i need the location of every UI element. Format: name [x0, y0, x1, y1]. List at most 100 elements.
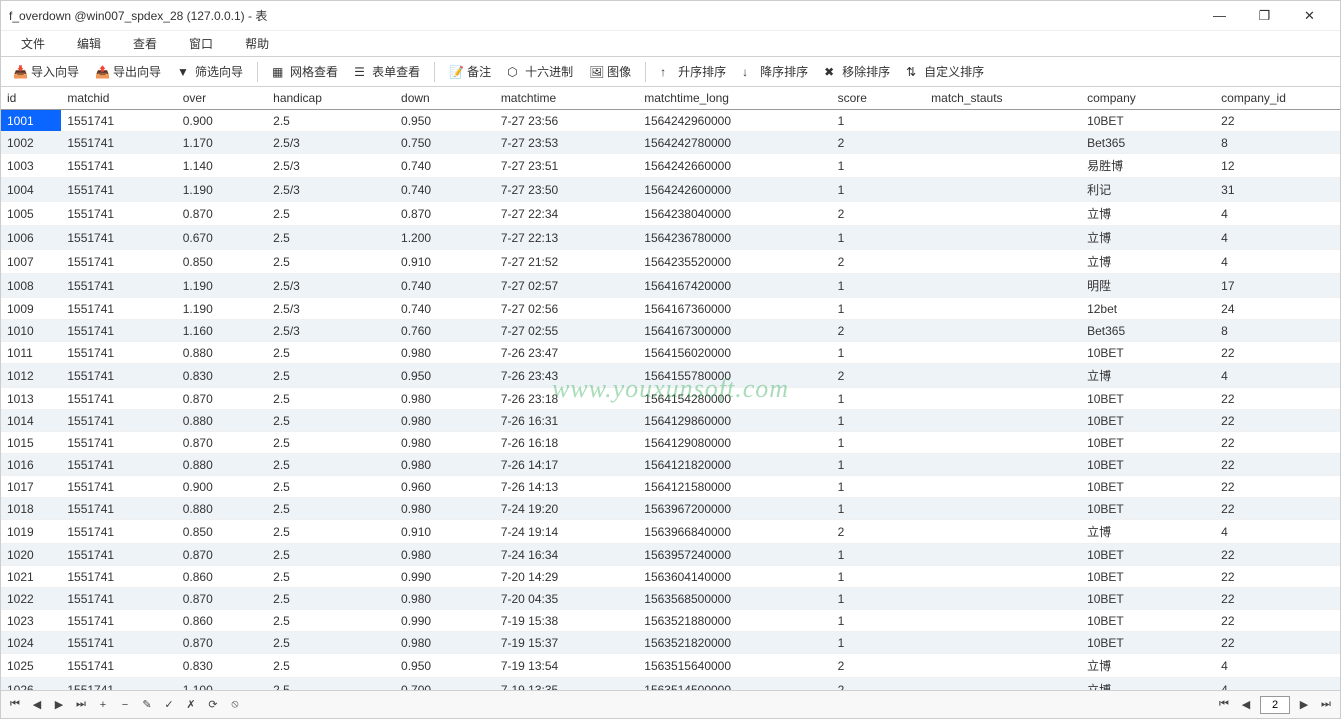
- cell-matchtime[interactable]: 7-26 14:17: [495, 454, 638, 476]
- cell-match_stauts[interactable]: [925, 498, 1081, 520]
- cell-matchtime[interactable]: 7-20 14:29: [495, 566, 638, 588]
- col-matchtime_long[interactable]: matchtime_long: [638, 87, 831, 110]
- cell-over[interactable]: 1.160: [177, 320, 267, 342]
- cell-score[interactable]: 1: [832, 274, 926, 298]
- cell-handicap[interactable]: 2.5: [267, 454, 395, 476]
- hex-button[interactable]: ⬡十六进制: [501, 60, 579, 83]
- cell-company_id[interactable]: 22: [1215, 110, 1340, 132]
- cell-company_id[interactable]: 22: [1215, 544, 1340, 566]
- cell-company_id[interactable]: 4: [1215, 250, 1340, 274]
- cell-score[interactable]: 1: [832, 476, 926, 498]
- cell-company_id[interactable]: 12: [1215, 154, 1340, 178]
- cell-match_stauts[interactable]: [925, 410, 1081, 432]
- cell-over[interactable]: 0.900: [177, 476, 267, 498]
- cell-over[interactable]: 0.850: [177, 250, 267, 274]
- cell-id[interactable]: 1019: [1, 520, 61, 544]
- page-input[interactable]: [1260, 696, 1290, 714]
- menu-file[interactable]: 文件: [5, 31, 61, 56]
- cell-matchid[interactable]: 1551741: [61, 154, 176, 178]
- cell-over[interactable]: 1.170: [177, 132, 267, 154]
- cell-score[interactable]: 1: [832, 410, 926, 432]
- cell-matchid[interactable]: 1551741: [61, 132, 176, 154]
- cell-matchid[interactable]: 1551741: [61, 202, 176, 226]
- cell-company[interactable]: 10BET: [1081, 476, 1215, 498]
- cell-match_stauts[interactable]: [925, 566, 1081, 588]
- cell-handicap[interactable]: 2.5: [267, 110, 395, 132]
- cell-over[interactable]: 1.190: [177, 298, 267, 320]
- cell-matchtime_long[interactable]: 1564242960000: [638, 110, 831, 132]
- cell-score[interactable]: 1: [832, 226, 926, 250]
- cell-company_id[interactable]: 22: [1215, 476, 1340, 498]
- cell-company[interactable]: 10BET: [1081, 388, 1215, 410]
- cell-matchtime[interactable]: 7-27 21:52: [495, 250, 638, 274]
- cell-matchtime[interactable]: 7-27 02:55: [495, 320, 638, 342]
- nav-edit-button[interactable]: ✎: [139, 697, 155, 713]
- menu-view[interactable]: 查看: [117, 31, 173, 56]
- cell-matchtime_long[interactable]: 1564167360000: [638, 298, 831, 320]
- cell-matchid[interactable]: 1551741: [61, 226, 176, 250]
- sort-asc-button[interactable]: ↑升序排序: [654, 60, 732, 83]
- cell-down[interactable]: 0.990: [395, 566, 495, 588]
- table-row[interactable]: 101415517410.8802.50.9807-26 16:31156412…: [1, 410, 1340, 432]
- cell-id[interactable]: 1005: [1, 202, 61, 226]
- cell-handicap[interactable]: 2.5/3: [267, 178, 395, 202]
- cell-matchtime_long[interactable]: 1564242600000: [638, 178, 831, 202]
- cell-match_stauts[interactable]: [925, 388, 1081, 410]
- cell-over[interactable]: 1.190: [177, 274, 267, 298]
- cell-over[interactable]: 1.140: [177, 154, 267, 178]
- cell-company[interactable]: 10BET: [1081, 610, 1215, 632]
- cell-matchid[interactable]: 1551741: [61, 588, 176, 610]
- cell-matchtime_long[interactable]: 1563521880000: [638, 610, 831, 632]
- nav-remove-button[interactable]: −: [117, 697, 133, 713]
- table-row[interactable]: 100815517411.1902.5/30.7407-27 02:571564…: [1, 274, 1340, 298]
- table-row[interactable]: 100615517410.6702.51.2007-27 22:13156423…: [1, 226, 1340, 250]
- cell-match_stauts[interactable]: [925, 202, 1081, 226]
- cell-score[interactable]: 2: [832, 202, 926, 226]
- cell-id[interactable]: 1021: [1, 566, 61, 588]
- col-matchid[interactable]: matchid: [61, 87, 176, 110]
- cell-matchid[interactable]: 1551741: [61, 298, 176, 320]
- cell-company[interactable]: 利记: [1081, 178, 1215, 202]
- cell-matchtime[interactable]: 7-26 16:31: [495, 410, 638, 432]
- cell-company[interactable]: 10BET: [1081, 432, 1215, 454]
- cell-down[interactable]: 0.980: [395, 632, 495, 654]
- cell-matchtime[interactable]: 7-27 23:53: [495, 132, 638, 154]
- cell-company_id[interactable]: 22: [1215, 566, 1340, 588]
- cell-over[interactable]: 0.880: [177, 498, 267, 520]
- cell-handicap[interactable]: 2.5: [267, 632, 395, 654]
- cell-matchid[interactable]: 1551741: [61, 610, 176, 632]
- nav-refresh-button[interactable]: ⟳: [205, 697, 221, 713]
- table-row[interactable]: 100415517411.1902.5/30.7407-27 23:501564…: [1, 178, 1340, 202]
- cell-down[interactable]: 0.750: [395, 132, 495, 154]
- cell-matchtime_long[interactable]: 1563967200000: [638, 498, 831, 520]
- cell-match_stauts[interactable]: [925, 544, 1081, 566]
- table-row[interactable]: 102115517410.8602.50.9907-20 14:29156360…: [1, 566, 1340, 588]
- cell-matchtime_long[interactable]: 1564236780000: [638, 226, 831, 250]
- cell-company[interactable]: Bet365: [1081, 320, 1215, 342]
- maximize-button[interactable]: ❐: [1242, 2, 1287, 30]
- close-button[interactable]: ✕: [1287, 2, 1332, 30]
- table-row[interactable]: 100115517410.9002.50.9507-27 23:56156424…: [1, 110, 1340, 132]
- table-row[interactable]: 100215517411.1702.5/30.7507-27 23:531564…: [1, 132, 1340, 154]
- cell-matchtime[interactable]: 7-26 16:18: [495, 432, 638, 454]
- cell-matchtime[interactable]: 7-26 23:18: [495, 388, 638, 410]
- cell-down[interactable]: 0.980: [395, 432, 495, 454]
- cell-over[interactable]: 1.100: [177, 678, 267, 691]
- cell-company[interactable]: 立博: [1081, 654, 1215, 678]
- cell-matchtime_long[interactable]: 1563568500000: [638, 588, 831, 610]
- cell-company[interactable]: 10BET: [1081, 498, 1215, 520]
- cell-matchtime[interactable]: 7-26 23:47: [495, 342, 638, 364]
- cell-handicap[interactable]: 2.5: [267, 678, 395, 691]
- cell-company[interactable]: Bet365: [1081, 132, 1215, 154]
- cell-matchtime_long[interactable]: 1564121820000: [638, 454, 831, 476]
- cell-id[interactable]: 1001: [1, 110, 61, 132]
- cell-matchtime[interactable]: 7-20 04:35: [495, 588, 638, 610]
- cell-matchid[interactable]: 1551741: [61, 388, 176, 410]
- cell-match_stauts[interactable]: [925, 178, 1081, 202]
- cell-company_id[interactable]: 8: [1215, 132, 1340, 154]
- page-prev-button[interactable]: ◀: [1238, 697, 1254, 713]
- table-row[interactable]: 101015517411.1602.5/30.7607-27 02:551564…: [1, 320, 1340, 342]
- cell-handicap[interactable]: 2.5: [267, 498, 395, 520]
- cell-company_id[interactable]: 22: [1215, 632, 1340, 654]
- cell-down[interactable]: 0.740: [395, 298, 495, 320]
